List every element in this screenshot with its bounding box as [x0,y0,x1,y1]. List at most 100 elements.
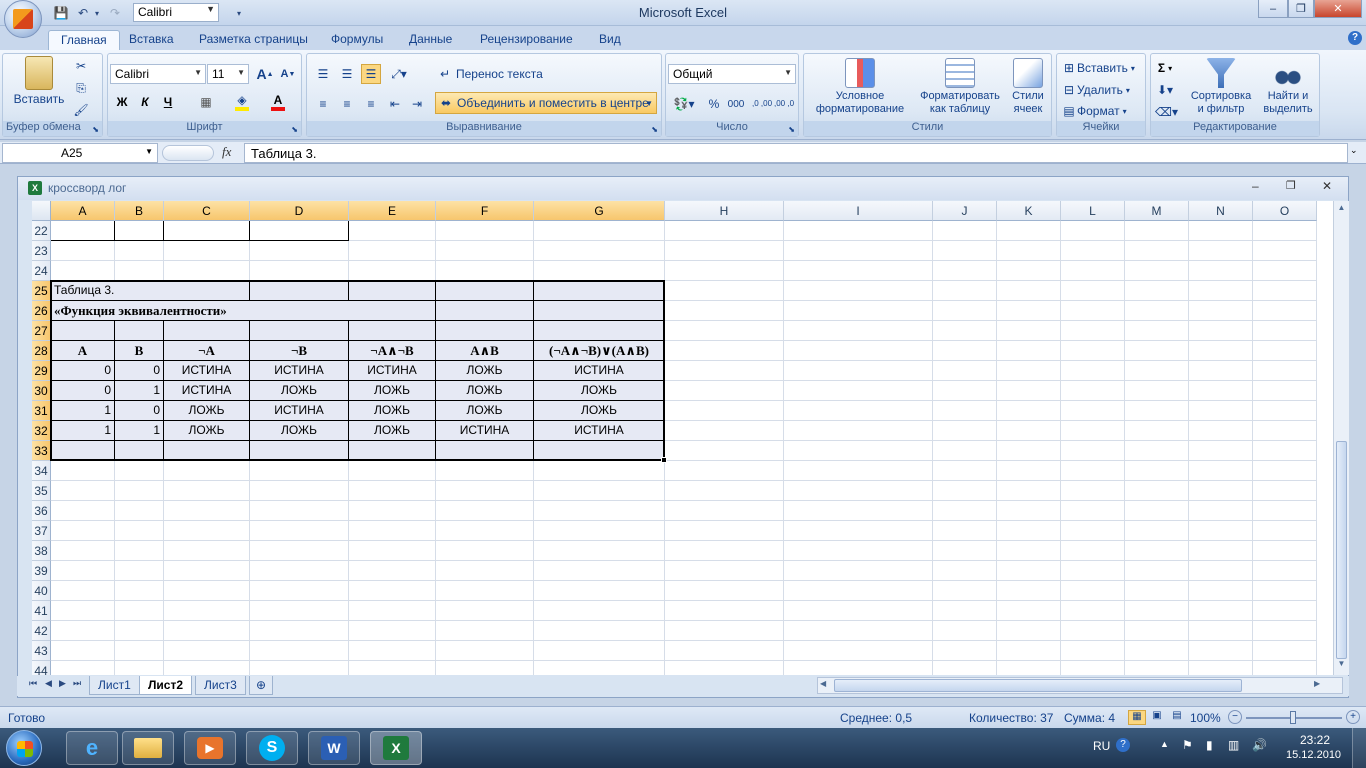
fill-icon[interactable]: ⬇▾ [1155,80,1175,100]
cell-o41[interactable] [1253,601,1317,621]
align-right-icon[interactable]: ≡ [361,94,381,114]
cell-j40[interactable] [933,581,997,601]
cell-h27[interactable] [665,321,784,341]
borders-icon[interactable]: ▦ [196,92,216,112]
cell-b40[interactable] [115,581,164,601]
sheet-first-icon[interactable]: ⏮ [29,678,37,689]
taskbar-media-player[interactable]: ▶ [184,731,236,765]
decrease-decimal-button[interactable]: ,00 ,0 [774,94,794,114]
cell-e37[interactable] [349,521,436,541]
cell-h42[interactable] [665,621,784,641]
cell-i37[interactable] [784,521,933,541]
cell-k42[interactable] [997,621,1061,641]
cell-a40[interactable] [51,581,115,601]
tray-expand-icon[interactable]: ▲ [1160,739,1169,749]
cell-n28[interactable] [1189,341,1253,361]
cell-f35[interactable] [436,481,534,501]
cell-f29[interactable]: ЛОЖЬ [436,361,534,381]
cell-d30[interactable]: ЛОЖЬ [250,381,349,401]
row-header-43[interactable]: 43 [32,641,51,661]
insert-function-button[interactable]: fx [222,144,231,160]
cell-l30[interactable] [1061,381,1125,401]
cell-j32[interactable] [933,421,997,441]
cell-c35[interactable] [164,481,250,501]
row-header-42[interactable]: 42 [32,621,51,641]
cell-g22[interactable] [534,221,665,241]
cell-f39[interactable] [436,561,534,581]
cell-n27[interactable] [1189,321,1253,341]
cell-i30[interactable] [784,381,933,401]
column-header-m[interactable]: M [1125,201,1189,221]
cell-i41[interactable] [784,601,933,621]
cell-d40[interactable] [250,581,349,601]
cell-i27[interactable] [784,321,933,341]
cell-e32[interactable]: ЛОЖЬ [349,421,436,441]
cell-l27[interactable] [1061,321,1125,341]
cell-c24[interactable] [164,261,250,281]
row-header-26[interactable]: 26 [32,301,51,321]
cell-k44[interactable] [997,661,1061,675]
cell-a37[interactable] [51,521,115,541]
cell-e34[interactable] [349,461,436,481]
cell-d43[interactable] [250,641,349,661]
cell-f33[interactable] [436,441,534,461]
cell-c28[interactable]: ¬A [164,341,250,361]
row-header-33[interactable]: 33 [32,441,51,461]
cell-b23[interactable] [115,241,164,261]
column-header-i[interactable]: I [784,201,933,221]
cell-o40[interactable] [1253,581,1317,601]
cell-b43[interactable] [115,641,164,661]
cell-i25[interactable] [784,281,933,301]
cell-h28[interactable] [665,341,784,361]
cell-i32[interactable] [784,421,933,441]
cell-g38[interactable] [534,541,665,561]
align-bottom-icon[interactable]: ☰ [361,64,381,84]
cell-b30[interactable]: 1 [115,381,164,401]
font-color-button[interactable]: A [268,92,288,112]
cell-h33[interactable] [665,441,784,461]
cell-j44[interactable] [933,661,997,675]
cell-e23[interactable] [349,241,436,261]
orientation-icon[interactable]: ⤢▾ [389,64,409,84]
workbook-minimize-icon[interactable]: – [1252,179,1259,193]
row-header-34[interactable]: 34 [32,461,51,481]
cell-i43[interactable] [784,641,933,661]
underline-button[interactable]: Ч [158,92,178,112]
row-header-25[interactable]: 25 [32,281,51,301]
autosum-button[interactable]: Σ ▾ [1155,58,1175,78]
cell-l29[interactable] [1061,361,1125,381]
find-select-button[interactable]: Найти и выделить [1257,58,1319,118]
cell-a28[interactable]: A [51,341,115,361]
vertical-scrollbar[interactable]: ▲ ▼ [1333,201,1349,675]
cell-f32[interactable]: ИСТИНА [436,421,534,441]
cell-g31[interactable]: ЛОЖЬ [534,401,665,421]
horizontal-scrollbar[interactable]: ◀ ▶ [817,677,1343,694]
cell-c37[interactable] [164,521,250,541]
cell-m32[interactable] [1125,421,1189,441]
cell-e24[interactable] [349,261,436,281]
row-header-28[interactable]: 28 [32,341,51,361]
cell-n40[interactable] [1189,581,1253,601]
cell-m44[interactable] [1125,661,1189,675]
cell-n29[interactable] [1189,361,1253,381]
cell-i31[interactable] [784,401,933,421]
cell-l24[interactable] [1061,261,1125,281]
cell-n41[interactable] [1189,601,1253,621]
taskbar-skype[interactable]: S [246,731,298,765]
row-header-27[interactable]: 27 [32,321,51,341]
cell-l37[interactable] [1061,521,1125,541]
cell-b28[interactable]: B [115,341,164,361]
row-header-23[interactable]: 23 [32,241,51,261]
cell-e27[interactable] [349,321,436,341]
cell-o23[interactable] [1253,241,1317,261]
tab-home[interactable]: Главная [48,30,120,50]
column-header-o[interactable]: O [1253,201,1317,221]
cell-d25[interactable] [250,281,349,301]
cell-b34[interactable] [115,461,164,481]
thousands-button[interactable]: 000 [726,94,746,114]
cell-j27[interactable] [933,321,997,341]
cell-b22[interactable] [115,221,164,241]
cell-o25[interactable] [1253,281,1317,301]
cell-d42[interactable] [250,621,349,641]
cell-d34[interactable] [250,461,349,481]
